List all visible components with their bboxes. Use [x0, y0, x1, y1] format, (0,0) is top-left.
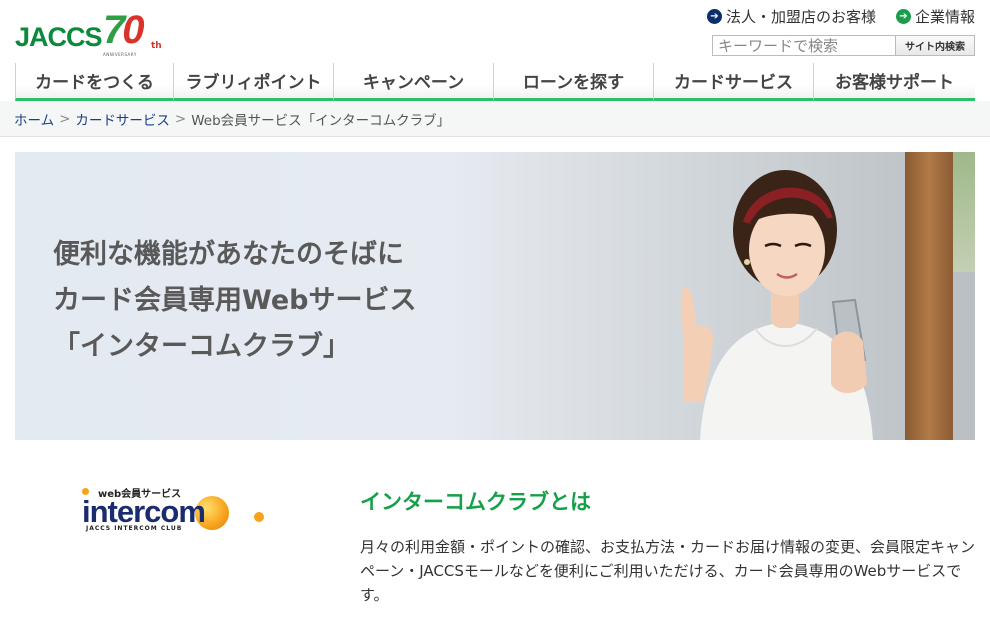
search-input[interactable] [712, 35, 895, 56]
nav-tab-card-service[interactable]: カードサービス [654, 63, 814, 101]
breadcrumb-separator: > [59, 111, 71, 127]
logo-dot [254, 512, 264, 522]
hero-line-3: 「インターコムクラブ」 [53, 331, 350, 362]
arrow-right-icon: ➔ [706, 9, 722, 24]
breadcrumb: ホーム > カードサービス > Web会員サービス「インターコムクラブ」 [14, 109, 450, 129]
company-info-link[interactable]: ➔ 企業情報 [895, 6, 975, 27]
nav-tab-campaign[interactable]: キャンペーン [334, 63, 494, 101]
nav-tab-make-card[interactable]: カードをつくる [15, 63, 174, 101]
corporate-merchant-label: 法人・加盟店のお客様 [725, 8, 876, 26]
corporate-merchant-link[interactable]: ➔ 法人・加盟店のお客様 [706, 6, 876, 27]
company-info-label: 企業情報 [914, 8, 975, 26]
search-button[interactable]: サイト内検索 [895, 35, 975, 56]
intro-title: インターコムクラブとは [360, 490, 591, 514]
breadcrumb-current: Web会員サービス「インターコムクラブ」 [191, 113, 451, 129]
intro-body: 月々の利用金額・ポイントの確認、お支払方法・カードお届け情報の変更、会員限定キャ… [360, 538, 976, 604]
logo-th: th [151, 41, 162, 51]
global-nav: カードをつくる ラブリィポイント キャンペーン ローンを探す カードサービス お… [15, 63, 975, 101]
nav-tab-loan[interactable]: ローンを探す [494, 63, 654, 101]
breadcrumb-home[interactable]: ホーム [14, 109, 54, 129]
hero-line-2: カード会員専用Webサービス [53, 285, 417, 316]
logo-70: 70 [103, 8, 145, 52]
logo-brand: JACCS [15, 22, 103, 52]
intercom-logo-tag: JACCS INTERCOM CLUB [86, 525, 183, 532]
site-search: サイト内検索 [712, 35, 975, 56]
hero-banner: 便利な機能があなたのそばに カード会員専用Webサービス 「インターコムクラブ」 [15, 152, 975, 440]
nav-tab-support[interactable]: お客様サポート [814, 63, 975, 101]
arrow-right-icon: ➔ [895, 9, 911, 24]
intercom-club-logo: web会員サービス intercom JACCS INTERCOM CLUB [78, 482, 268, 542]
breadcrumb-separator: > [174, 111, 187, 127]
hero-woman-with-phone-illustration [680, 170, 873, 440]
nav-tab-lovely-point[interactable]: ラブリィポイント [174, 63, 334, 101]
hero-line-1: 便利な機能があなたのそばに [53, 239, 404, 270]
utility-links: ➔ 法人・加盟店のお客様 ➔ 企業情報 [706, 6, 975, 27]
jaccs-70th-logo[interactable]: JACCS 70 th ANNIVERSARY [15, 8, 162, 58]
hero-copy: 便利な機能があなたのそばに カード会員専用Webサービス 「インターコムクラブ」 [53, 232, 416, 370]
logo-tagline: ANNIVERSARY [103, 52, 137, 57]
breadcrumb-card-service[interactable]: カードサービス [75, 109, 170, 129]
